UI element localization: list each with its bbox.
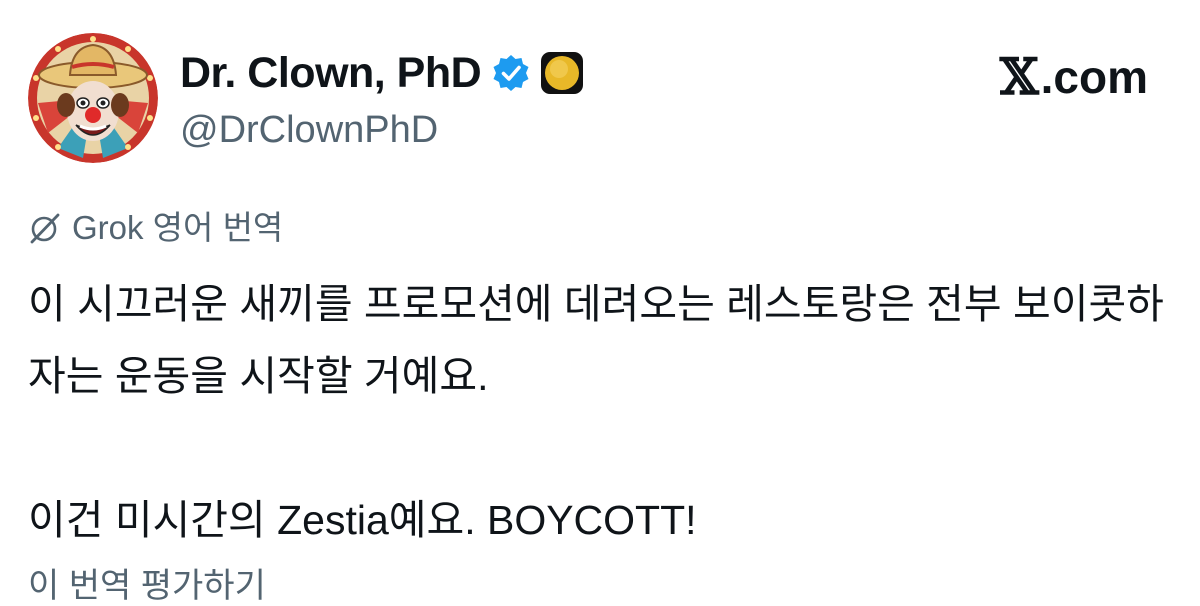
author-handle[interactable]: @DrClownPhD <box>180 106 438 154</box>
site-logo-text: .com <box>1040 51 1148 103</box>
tweet-body: 이 시끄러운 새끼를 프로모션에 데려오는 레스토랑은 전부 보이콧하자는 운동… <box>28 268 1178 556</box>
grok-icon <box>28 211 62 245</box>
translation-label[interactable]: Grok 영어 번역 <box>28 208 283 248</box>
author-display-name[interactable]: Dr. Clown, PhD <box>180 47 585 99</box>
rate-translation-row[interactable]: 이 번역 평가하기 <box>28 566 266 606</box>
tweet-paragraph-1: 이 시끄러운 새끼를 프로모션에 데려오는 레스토랑은 전부 보이콧하자는 운동… <box>28 281 1164 399</box>
translation-label-text[interactable]: Grok 영어 번역 <box>72 208 283 248</box>
x-logo-icon: 𝕏 <box>999 47 1039 106</box>
tweet-header: Dr. Clown, PhD @DrClownPhD 𝕏 .com <box>0 0 1200 175</box>
author-avatar[interactable] <box>28 33 158 163</box>
verified-badge-icon[interactable] <box>491 53 531 93</box>
clown-avatar-icon <box>28 33 158 163</box>
display-name-text[interactable]: Dr. Clown, PhD <box>180 47 482 99</box>
tweet-paragraph-2: 이건 미시간의 Zestia예요. BOYCOTT! <box>28 497 697 543</box>
rate-translation-text[interactable]: 이 번역 평가하기 <box>28 566 266 606</box>
site-logo: 𝕏 .com <box>999 47 1148 106</box>
gold-badge-icon[interactable] <box>539 50 585 96</box>
